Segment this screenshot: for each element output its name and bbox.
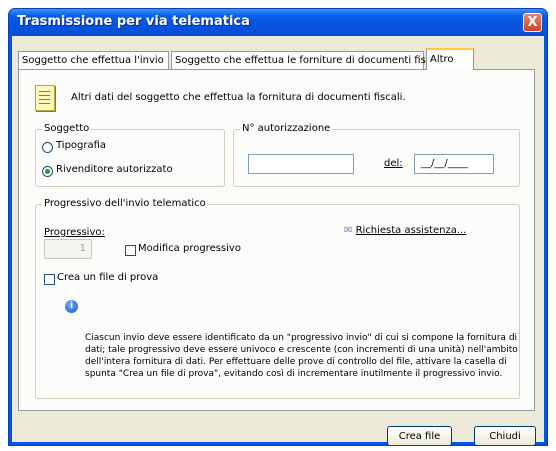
assistenza-link[interactable]: ✉ Richiesta assistenza... xyxy=(344,225,466,236)
soggetto-legend: Soggetto xyxy=(42,123,92,134)
soggetto-group: Soggetto Tipografia Rivenditore autorizz… xyxy=(35,123,225,187)
tab-panel-altro: Altri dati del soggetto che effettua la … xyxy=(18,69,535,411)
del-label: del: xyxy=(384,158,403,169)
title-bar[interactable]: Trasmissione per via telematica X xyxy=(9,9,547,36)
intro-text: Altri dati del soggetto che effettua la … xyxy=(71,92,406,103)
crea-file-prova-label[interactable]: Crea un file di prova xyxy=(57,272,158,283)
close-icon: X xyxy=(527,15,538,30)
progressivo-legend: Progressivo dell'invio telematico xyxy=(42,198,208,209)
window-title: Trasmissione per via telematica xyxy=(17,14,250,29)
autorizzazione-group: N° autorizzazione del: __/__/____ xyxy=(233,123,520,187)
chiudi-button[interactable]: Chiudi xyxy=(474,426,536,445)
info-icon: i xyxy=(65,300,78,313)
tipografia-radio[interactable] xyxy=(42,142,53,153)
info-text: Ciascun invio deve essere identificato d… xyxy=(85,333,518,379)
progressivo-field[interactable]: 1 xyxy=(44,239,92,259)
tab-altro[interactable]: Altro xyxy=(426,48,474,70)
dialog-window: Trasmissione per via telematica X Sogget… xyxy=(8,8,548,446)
autorizzazione-number-field[interactable] xyxy=(248,154,354,174)
rivenditore-radio[interactable] xyxy=(42,166,53,177)
tipografia-label[interactable]: Tipografia xyxy=(56,140,106,151)
tab-soggetto-forniture[interactable]: Soggetto che effettua le forniture di do… xyxy=(171,51,443,69)
autorizzazione-legend: N° autorizzazione xyxy=(240,123,333,134)
assistenza-icon: ✉ xyxy=(344,225,356,236)
dialog-body: Soggetto che effettua l'invio Soggetto c… xyxy=(12,36,544,445)
tab-soggetto-invio[interactable]: Soggetto che effettua l'invio xyxy=(18,51,169,69)
close-button[interactable]: X xyxy=(523,13,542,32)
modifica-progressivo-checkbox[interactable] xyxy=(125,245,136,256)
progressivo-label: Progressivo: xyxy=(44,227,105,238)
modifica-progressivo-label[interactable]: Modifica progressivo xyxy=(138,243,241,254)
autorizzazione-date-field[interactable]: __/__/____ xyxy=(414,154,494,174)
rivenditore-label[interactable]: Rivenditore autorizzato xyxy=(56,164,173,175)
crea-file-prova-checkbox[interactable] xyxy=(44,274,55,285)
crea-file-button[interactable]: Crea file xyxy=(387,426,452,445)
note-icon xyxy=(35,85,55,111)
